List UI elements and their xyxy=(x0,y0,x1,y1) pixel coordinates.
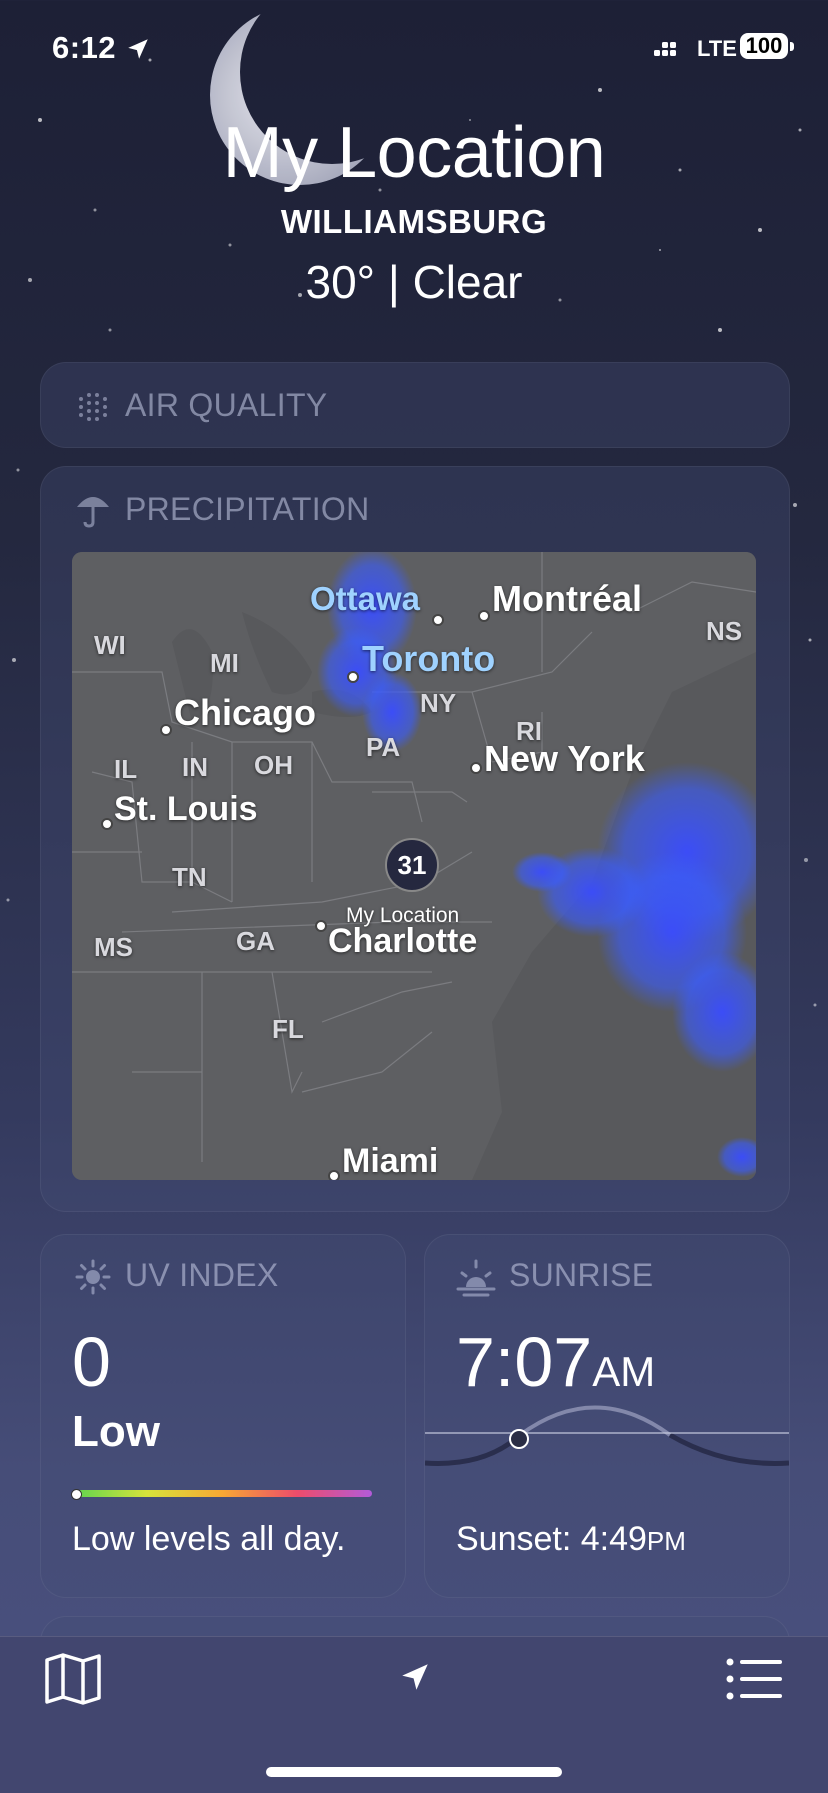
uv-index-description: Low levels all day. xyxy=(72,1520,346,1558)
map-state-ga: GA xyxy=(236,926,275,956)
list-icon[interactable] xyxy=(724,1654,784,1704)
location-city: WILLIAMSBURG xyxy=(280,203,548,240)
map-state-ms: MS xyxy=(94,932,133,962)
uv-index-label: UV INDEX xyxy=(125,1257,279,1293)
map-city-new-york: New York xyxy=(484,738,645,779)
location-arrow-icon[interactable] xyxy=(398,1660,432,1694)
sunrise-ampm: AM xyxy=(592,1348,656,1395)
map-dot-montreal xyxy=(478,610,490,622)
current-temp-condition: 30° | Clear xyxy=(305,256,523,308)
sunrise-time: 7:07AM xyxy=(456,1322,655,1402)
uv-index-value: 0 xyxy=(72,1323,111,1401)
precipitation-label: PRECIPITATION xyxy=(125,491,370,527)
map-city-ottawa: Ottawa xyxy=(310,580,421,617)
map-state-ri: RI xyxy=(516,716,542,746)
map-dot-toronto xyxy=(347,671,359,683)
map-dot-new-york xyxy=(470,762,482,774)
map-state-pa: PA xyxy=(366,732,401,762)
map-city-toronto: Toronto xyxy=(362,638,496,679)
my-location-pin-label: My Location xyxy=(346,904,460,927)
sunset-ampm: PM xyxy=(646,1526,686,1556)
map-city-montreal: Montréal xyxy=(492,578,643,619)
precipitation-map[interactable]: Ottawa Montréal Toronto Chicago New York… xyxy=(72,552,756,1180)
map-state-il: IL xyxy=(114,754,138,784)
map-dot-ottawa xyxy=(432,614,444,626)
dots-icon xyxy=(79,393,107,421)
map-state-tn: TN xyxy=(172,862,207,892)
map-dot-charlotte xyxy=(315,920,327,932)
air-quality-label: AIR QUALITY xyxy=(125,387,328,423)
umbrella-icon xyxy=(77,497,109,528)
sunset-time: Sunset: 4:49PM xyxy=(456,1520,686,1559)
map-state-ny: NY xyxy=(420,688,457,718)
uv-index-scale-knob xyxy=(71,1489,82,1500)
sunset-text: Sunset: 4:49 xyxy=(456,1520,647,1558)
map-dot-miami xyxy=(328,1170,340,1180)
map-city-miami: Miami xyxy=(342,1142,439,1180)
status-time: 6:12 xyxy=(52,30,117,65)
map-state-ns: NS xyxy=(706,616,743,646)
map-state-wi: WI xyxy=(94,630,126,660)
sunrise-time-value: 7:07 xyxy=(456,1323,593,1401)
my-location-pin[interactable]: 31 xyxy=(385,838,439,892)
map-icon[interactable] xyxy=(44,1652,102,1706)
air-quality-card[interactable]: AIR QUALITY xyxy=(40,362,790,448)
map-state-in: IN xyxy=(182,752,208,782)
network-type: LTE xyxy=(697,36,737,61)
map-city-st-louis: St. Louis xyxy=(114,790,258,828)
sun-icon xyxy=(75,1259,111,1295)
uv-index-scale-bar xyxy=(72,1490,372,1497)
home-indicator[interactable] xyxy=(266,1767,562,1777)
map-city-chicago: Chicago xyxy=(174,692,317,733)
sunrise-label: SUNRISE xyxy=(509,1257,654,1293)
map-dot-chicago xyxy=(160,724,172,736)
battery-level: 100 xyxy=(740,33,788,59)
location-title: My Location xyxy=(222,113,606,193)
battery-cap xyxy=(790,42,794,51)
uv-index-level: Low xyxy=(72,1407,160,1456)
map-state-fl: FL xyxy=(272,1014,304,1044)
location-services-icon xyxy=(128,39,148,59)
sun-path-graph xyxy=(425,1405,789,1466)
sunrise-icon xyxy=(456,1259,496,1297)
map-state-oh: OH xyxy=(254,750,293,780)
signal-icon xyxy=(654,42,676,56)
map-state-mi: MI xyxy=(210,648,239,678)
map-dot-st-louis xyxy=(101,818,113,830)
